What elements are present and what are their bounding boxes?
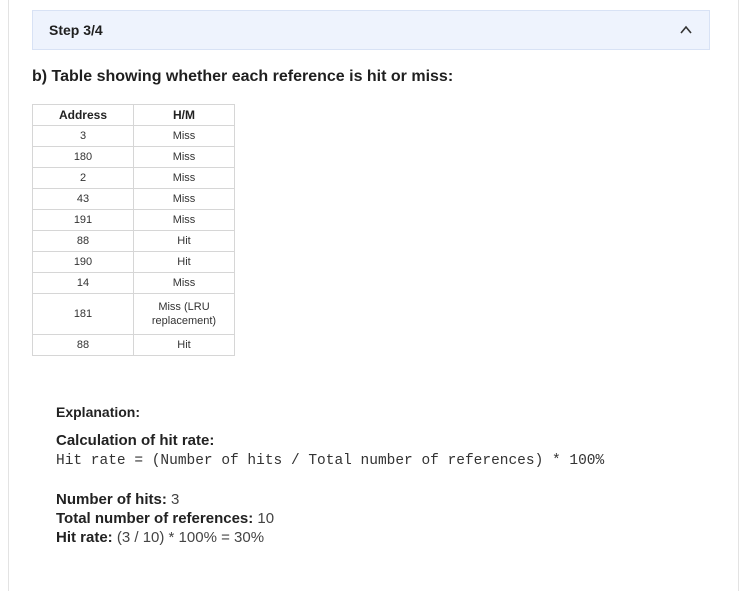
total-label: Total number of references: xyxy=(56,510,254,527)
hits-value: 3 xyxy=(166,491,180,508)
hm-cell: Miss xyxy=(133,272,235,294)
address-cell: 190 xyxy=(32,251,134,273)
address-cell: 181 xyxy=(32,293,134,335)
table-row: 3 Miss xyxy=(32,125,235,147)
rate-line: Hit rate: (3 / 10) * 100% = 30% xyxy=(56,529,696,546)
address-cell: 3 xyxy=(32,125,134,147)
table-row: 190 Hit xyxy=(32,251,235,273)
hm-cell: Miss xyxy=(133,188,235,210)
address-cell: 180 xyxy=(32,146,134,168)
table-row: 2 Miss xyxy=(32,167,235,189)
table-row: 43 Miss xyxy=(32,188,235,210)
table-header-row: Address H/M xyxy=(32,104,235,126)
hm-cell: Miss xyxy=(133,209,235,231)
address-cell: 2 xyxy=(32,167,134,189)
total-value: 10 xyxy=(253,510,275,527)
table-row: 88 Hit xyxy=(32,334,235,356)
hit-rate-formula: Hit rate = (Number of hits / Total numbe… xyxy=(56,453,605,469)
hm-cell: Hit xyxy=(133,334,235,356)
step-accordion-header[interactable]: Step 3/4 xyxy=(32,10,710,50)
address-cell: 88 xyxy=(32,334,134,356)
rate-value: (3 / 10) * 100% = 30% xyxy=(112,529,265,546)
explanation-section: Explanation: Calculation of hit rate: Hi… xyxy=(56,404,696,548)
address-cell: 88 xyxy=(32,230,134,252)
hm-cell: Hit xyxy=(133,251,235,273)
total-line: Total number of references: 10 xyxy=(56,510,696,527)
hm-cell: Miss xyxy=(133,125,235,147)
address-cell: 43 xyxy=(32,188,134,210)
column-header-address: Address xyxy=(32,104,134,126)
table-row: 180 Miss xyxy=(32,146,235,168)
address-cell: 14 xyxy=(32,272,134,294)
chevron-up-icon[interactable] xyxy=(679,23,693,37)
hm-cell: Miss xyxy=(133,167,235,189)
hm-cell: Miss xyxy=(133,146,235,168)
explanation-label: Explanation: xyxy=(56,404,141,420)
table-row: 88 Hit xyxy=(32,230,235,252)
hit-miss-table: Address H/M 3 Miss 180 Miss 2 Miss 43 Miss 1… xyxy=(32,104,235,356)
hits-line: Number of hits: 3 xyxy=(56,491,696,508)
rate-label: Hit rate: xyxy=(56,529,113,546)
hm-cell: Miss (LRU replacement) xyxy=(133,293,235,335)
table-row: 14 Miss xyxy=(32,272,235,294)
table-row: 181 Miss (LRU replacement) xyxy=(32,293,235,335)
table-row: 191 Miss xyxy=(32,209,235,231)
hm-cell: Hit xyxy=(133,230,235,252)
hits-label: Number of hits: xyxy=(56,491,167,508)
section-heading: b) Table showing whether each reference … xyxy=(32,68,454,85)
step-title: Step 3/4 xyxy=(49,22,103,38)
column-header-hm: H/M xyxy=(133,104,235,126)
address-cell: 191 xyxy=(32,209,134,231)
calc-title: Calculation of hit rate: xyxy=(56,432,215,449)
